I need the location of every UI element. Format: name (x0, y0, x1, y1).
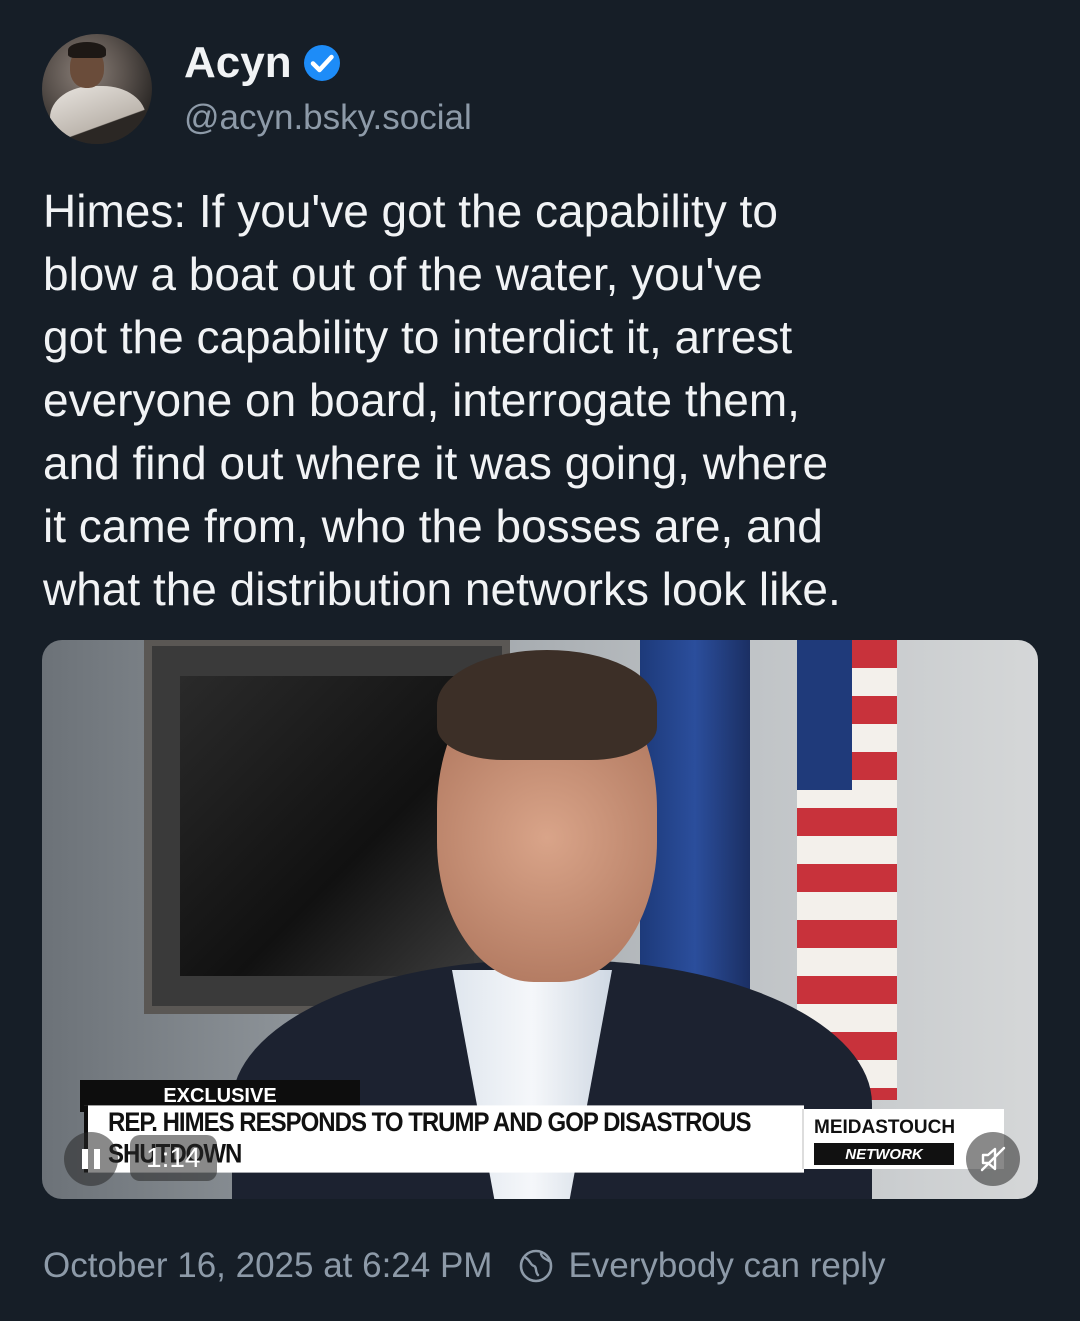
brand-subname: NETWORK (814, 1143, 954, 1165)
avatar-hair (68, 42, 106, 58)
post-footer: October 16, 2025 at 6:24 PM Everybody ca… (43, 1246, 886, 1286)
pause-icon (82, 1149, 100, 1169)
verified-check-icon (303, 45, 340, 81)
speaker-hair (437, 650, 657, 760)
post-timestamp[interactable]: October 16, 2025 at 6:24 PM (43, 1246, 492, 1286)
author-handle[interactable]: @acyn.bsky.social (184, 98, 472, 138)
us-flag-canton (797, 640, 852, 790)
mute-button[interactable] (966, 1132, 1020, 1186)
author-display-name[interactable]: Acyn (184, 38, 292, 88)
author-name-row: Acyn (184, 38, 342, 88)
post-text: Himes: If you've got the capability to b… (43, 185, 841, 615)
muted-speaker-icon (980, 1146, 1006, 1172)
avatar-body (50, 86, 146, 144)
video-player[interactable]: EXCLUSIVE REP. HIMES RESPONDS TO TRUMP A… (42, 640, 1038, 1199)
avatar[interactable] (42, 34, 152, 144)
reply-setting[interactable]: Everybody can reply (568, 1246, 885, 1286)
pause-button[interactable] (64, 1132, 118, 1186)
brand-name: MEIDASTOUCH (814, 1117, 956, 1138)
globe-icon (520, 1249, 553, 1283)
video-time: 1:14 (130, 1135, 217, 1181)
